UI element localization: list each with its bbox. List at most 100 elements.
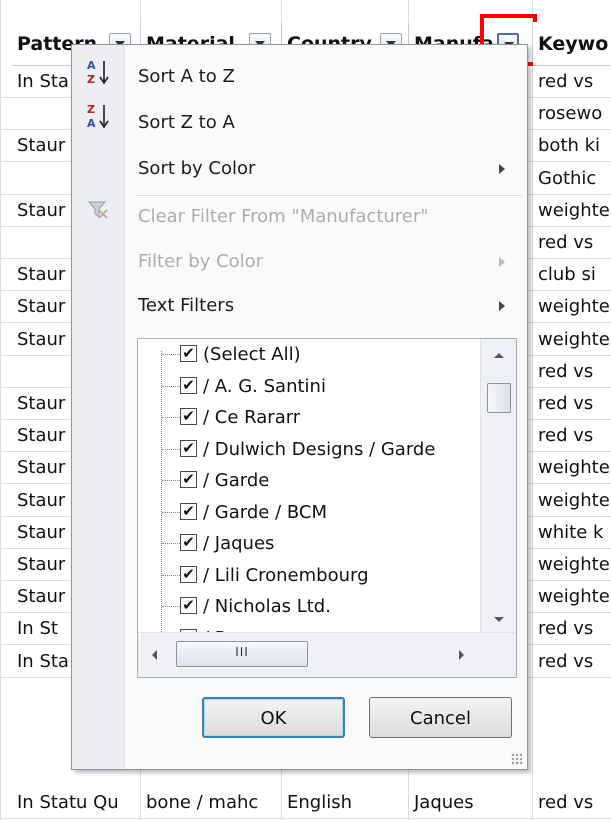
cell-pattern[interactable]: In Statu Qu: [12, 787, 141, 819]
checkbox[interactable]: ✔: [180, 375, 197, 394]
cell-keyword[interactable]: red vs: [533, 420, 611, 452]
vertical-scrollbar[interactable]: [480, 339, 516, 632]
cell-keyword[interactable]: red vs: [533, 646, 611, 678]
list-item-label: / Lili Cronembourg: [203, 564, 369, 586]
tree-connector: [162, 606, 180, 607]
checkmark-icon: ✔: [182, 438, 195, 457]
cancel-button[interactable]: Cancel: [369, 697, 512, 738]
checkmark-icon: ✔: [182, 470, 195, 488]
list-item-label: / Ce Rararr: [203, 407, 301, 428]
cell-keyword[interactable]: club si: [533, 259, 611, 291]
clear-filter-icon: [78, 197, 118, 237]
cell-keyword[interactable]: red vs: [533, 388, 611, 420]
cell-keyword[interactable]: both ki: [533, 130, 611, 162]
list-item-label: / A. G. Santini: [203, 375, 326, 397]
cell-keyword[interactable]: rosewo: [533, 98, 611, 130]
checkbox[interactable]: ✔: [180, 501, 197, 520]
ok-button[interactable]: OK: [202, 697, 345, 738]
tree-connector: [162, 511, 180, 513]
text-filters-label: Text Filters: [138, 295, 235, 316]
text-filters[interactable]: Text Filters: [124, 286, 525, 326]
scroll-grip: III: [235, 645, 249, 659]
list-item[interactable]: ✔ / Jaques: [148, 528, 478, 559]
submenu-arrow-icon: [499, 257, 505, 267]
tree-connector: [162, 385, 180, 387]
sort-by-color-label: Sort by Color: [138, 158, 256, 179]
checkbox[interactable]: ✔: [180, 534, 197, 551]
tree-connector: [162, 480, 180, 481]
tree-connector: [162, 543, 180, 544]
tree-connector: [162, 354, 180, 355]
tree-connector: [162, 448, 180, 450]
list-item-label: / Garde: [203, 470, 270, 491]
cell-manufacturer[interactable]: Jaques: [409, 787, 533, 819]
list-item[interactable]: ✔ / Lili Cronembourg: [148, 560, 478, 591]
svg-text:A: A: [87, 59, 96, 72]
submenu-arrow-icon: [499, 164, 505, 174]
cell-keyword[interactable]: red vs: [533, 613, 611, 645]
filter-values-list[interactable]: ✔ (Select All) ✔ / A. G. Santini ✔ / Ce Rarar…: [137, 338, 517, 678]
sort-a-to-z[interactable]: Sort A to Z: [124, 57, 525, 97]
filter-by-color-label: Filter by Color: [138, 251, 264, 272]
horizontal-scrollbar[interactable]: III: [138, 632, 516, 677]
sort-ascending-icon: A Z: [78, 57, 118, 97]
svg-text:Z: Z: [87, 73, 95, 86]
select-all-item[interactable]: ✔ (Select All): [148, 339, 478, 370]
cell-keyword[interactable]: weighte: [533, 581, 611, 613]
checkmark-icon: ✔: [182, 407, 195, 425]
horizontal-scroll-thumb[interactable]: III: [176, 641, 308, 667]
cell-keyword[interactable]: red vs: [533, 227, 611, 259]
checkbox[interactable]: ✔: [180, 597, 197, 614]
menu-icon-strip: [72, 45, 125, 769]
checkmark-icon: ✔: [182, 344, 195, 362]
cell-keyword[interactable]: weighte: [533, 324, 611, 356]
cell-keyword[interactable]: white k: [533, 517, 611, 549]
checkbox[interactable]: ✔: [180, 438, 197, 457]
sort-by-color[interactable]: Sort by Color: [124, 149, 525, 189]
cell-keyword[interactable]: weighte: [533, 291, 611, 323]
table-row[interactable]: In Statu Qu bone / mahc English Jaques r…: [0, 787, 611, 819]
checkbox[interactable]: ✔: [180, 564, 197, 583]
submenu-arrow-icon: [499, 301, 505, 311]
sort-descending-icon: Z A: [78, 101, 118, 141]
list-item[interactable]: ✔ / Nicholas Ltd.: [148, 591, 478, 622]
tree-connector: [162, 574, 180, 576]
scroll-up-icon[interactable]: [494, 353, 504, 358]
list-item[interactable]: ✔ / A. G. Santini: [148, 371, 478, 402]
header-keyword-label: Keywo: [538, 33, 609, 55]
tree-connector: [162, 417, 180, 418]
clear-filter: Clear Filter From "Manufacturer": [124, 197, 525, 237]
checkmark-icon: ✔: [182, 596, 195, 614]
cell-keyword[interactable]: weighte: [533, 452, 611, 484]
scroll-right-icon[interactable]: [459, 650, 464, 660]
checkmark-icon: ✔: [182, 533, 195, 551]
checkmark-icon: ✔: [182, 501, 195, 520]
cell-keyword[interactable]: red vs: [533, 66, 611, 98]
checkbox[interactable]: ✔: [180, 471, 197, 488]
scroll-left-icon[interactable]: [152, 650, 157, 660]
list-item[interactable]: ✔ / Garde: [148, 465, 478, 496]
checkmark-icon: ✔: [182, 564, 195, 583]
list-item[interactable]: ✔ / Ce Rararr: [148, 402, 478, 433]
cell-keyword[interactable]: weighte: [533, 195, 611, 227]
sort-z-to-a[interactable]: Sort Z to A: [124, 103, 525, 143]
vertical-scroll-thumb[interactable]: [487, 383, 511, 413]
cell-keyword[interactable]: Gothic: [533, 163, 611, 195]
svg-text:A: A: [87, 117, 96, 130]
cell-keyword[interactable]: red vs: [533, 787, 611, 819]
scrollbar-corner: [481, 633, 516, 677]
list-item-label: / Nicholas Ltd.: [203, 596, 331, 617]
cell-keyword[interactable]: weighte: [533, 549, 611, 581]
checkbox[interactable]: ✔: [180, 345, 197, 362]
resize-grip-icon[interactable]: [511, 753, 523, 765]
cell-country[interactable]: English: [282, 787, 409, 819]
sort-a-to-z-label: Sort A to Z: [138, 66, 235, 87]
checkbox[interactable]: ✔: [180, 408, 197, 425]
checkmark-icon: ✔: [182, 375, 195, 394]
cell-keyword[interactable]: red vs: [533, 356, 611, 388]
scroll-down-icon[interactable]: [494, 617, 504, 622]
list-item[interactable]: ✔ / Dulwich Designs / Garde: [148, 434, 478, 465]
cell-keyword[interactable]: weighte: [533, 485, 611, 517]
list-item[interactable]: ✔ / Garde / BCM: [148, 497, 478, 528]
cell-material[interactable]: bone / mahc: [141, 787, 282, 819]
